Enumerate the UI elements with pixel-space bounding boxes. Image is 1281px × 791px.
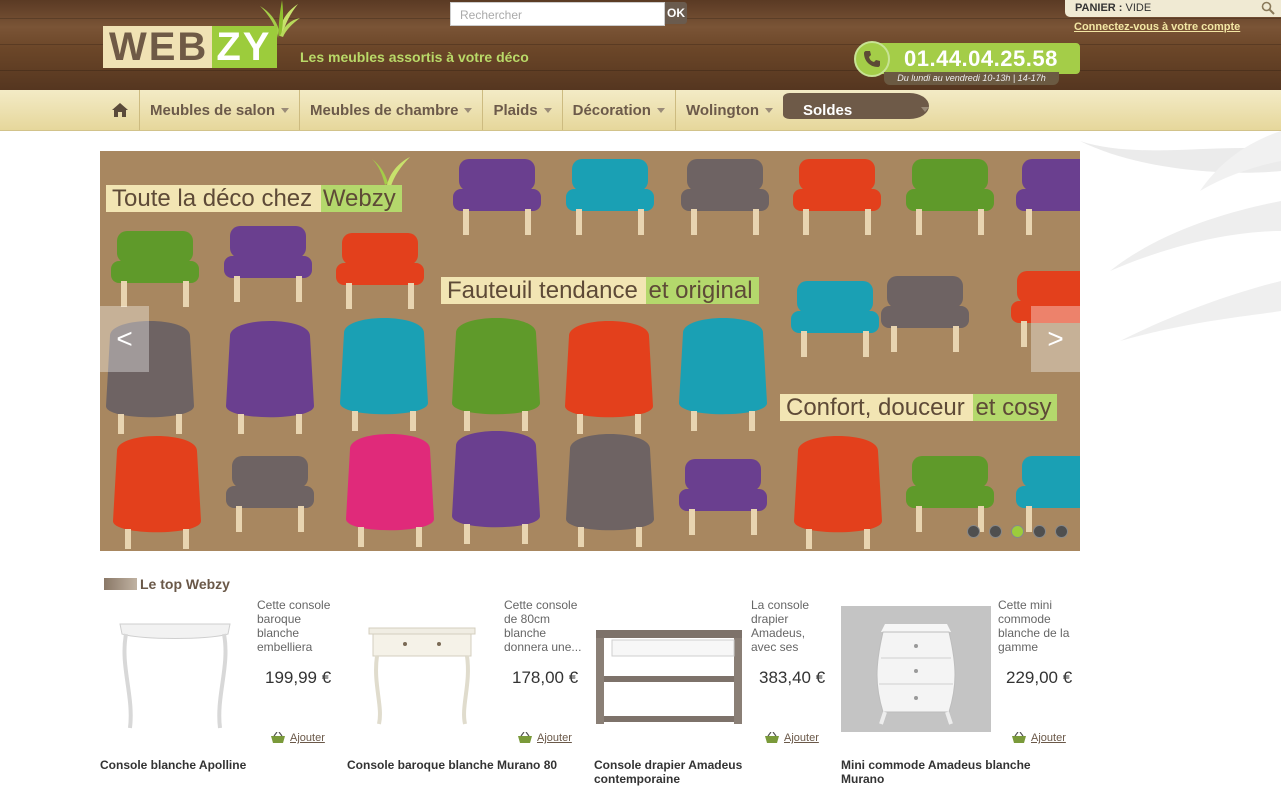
- product-description: Cette console baroque blanche embelliera: [257, 598, 331, 654]
- site-logo[interactable]: WEB ZY: [103, 26, 278, 68]
- slider-caption-1: Toute la déco chez Webzy: [100, 185, 408, 212]
- caption-text: Fauteuil tendance: [441, 277, 647, 304]
- nav-item-label: Meubles de salon: [150, 101, 276, 119]
- slider-next-button[interactable]: >: [1031, 306, 1080, 372]
- add-to-cart-button[interactable]: Ajouter: [517, 732, 572, 744]
- caption-highlight: et cosy: [973, 394, 1058, 421]
- title-swatch: [104, 578, 137, 590]
- chevron-down-icon: [464, 107, 473, 113]
- caption-text: Confort, douceur: [780, 394, 974, 421]
- nav-item-wolington[interactable]: Wolington: [676, 90, 783, 130]
- add-label: Ajouter: [784, 732, 819, 744]
- home-icon: [111, 103, 128, 117]
- home-button[interactable]: [100, 90, 140, 130]
- add-label: Ajouter: [290, 732, 325, 744]
- product-card: La console drapier Amadeus, avec ses 383…: [594, 598, 834, 788]
- product-price: 178,00 €: [512, 668, 579, 687]
- product-name[interactable]: Console baroque blanche Murano 80: [347, 758, 577, 772]
- nav-item-label: Soldes: [803, 101, 853, 119]
- nav-item-soldes[interactable]: Soldes: [783, 90, 933, 130]
- product-description: Cette mini commode blanche de la gamme: [998, 598, 1070, 654]
- add-label: Ajouter: [537, 732, 572, 744]
- product-price: 383,40 €: [759, 668, 826, 687]
- product-name[interactable]: Console blanche Apolline: [100, 758, 330, 772]
- logo-web-text: WEB: [103, 26, 213, 68]
- main-nav: Meubles de salon Meubles de chambre Plai…: [0, 90, 1281, 131]
- tagline: Les meubles assortis à votre déco: [300, 49, 529, 65]
- wood-grain: [0, 70, 1281, 71]
- product-card: Cette mini commode blanche de la gamme 2…: [841, 598, 1081, 788]
- phone-badge: 01.44.04.25.58: [854, 41, 1080, 77]
- slider-pagination: [967, 525, 1068, 538]
- search-ok-button[interactable]: OK: [665, 2, 687, 24]
- product-name[interactable]: Console drapier Amadeus contemporaine: [594, 758, 824, 786]
- slider-dot-active[interactable]: [1011, 525, 1024, 538]
- product-image[interactable]: [841, 606, 991, 732]
- basket-icon: [271, 732, 285, 743]
- account-login-link[interactable]: Connectez-vous à votre compte: [1074, 21, 1240, 33]
- nav-item-label: Wolington: [685, 101, 760, 119]
- search-magnifier-icon: [1261, 1, 1275, 15]
- basket-icon: [765, 732, 779, 743]
- slider-dot[interactable]: [1055, 525, 1068, 538]
- cart-value: VIDE: [1125, 2, 1152, 14]
- nav-item-plaids[interactable]: Plaids: [483, 90, 563, 130]
- chevron-down-icon: [543, 107, 552, 113]
- search-input[interactable]: Rechercher: [450, 2, 665, 26]
- slider-dot[interactable]: [967, 525, 980, 538]
- nav-item-meubles-chambre[interactable]: Meubles de chambre: [300, 90, 484, 130]
- section-title: Le top Webzy: [104, 576, 230, 592]
- product-price: 199,99 €: [265, 668, 332, 687]
- caption-highlight: Webzy: [320, 185, 402, 212]
- nav-item-label: Meubles de chambre: [310, 101, 459, 119]
- product-card: Cette console baroque blanche embelliera…: [100, 598, 340, 788]
- chevron-down-icon: [656, 107, 665, 113]
- slider-prev-button[interactable]: <: [100, 306, 149, 372]
- decorative-leaves: [1080, 131, 1281, 341]
- caption-text: Toute la déco chez: [106, 185, 321, 212]
- slider-dot[interactable]: [1033, 525, 1046, 538]
- logo-zy-text: ZY: [212, 26, 278, 68]
- nav-item-decoration[interactable]: Décoration: [563, 90, 676, 130]
- cart-bar[interactable]: PANIER : VIDE: [1065, 0, 1281, 17]
- product-image[interactable]: [594, 606, 744, 732]
- add-to-cart-button[interactable]: Ajouter: [764, 732, 819, 744]
- add-to-cart-button[interactable]: Ajouter: [1011, 732, 1066, 744]
- product-description: La console drapier Amadeus, avec ses: [751, 598, 810, 654]
- phone-number: 01.44.04.25.58: [904, 46, 1058, 71]
- product-name[interactable]: Mini commode Amadeus blanche Murano: [841, 758, 1071, 786]
- slider-caption-3: Confort, douceur et cosy: [774, 394, 1063, 421]
- basket-icon: [1012, 732, 1026, 743]
- add-label: Ajouter: [1031, 732, 1066, 744]
- product-price: 229,00 €: [1006, 668, 1073, 687]
- nav-item-meubles-salon[interactable]: Meubles de salon: [140, 90, 301, 130]
- add-to-cart-button[interactable]: Ajouter: [270, 732, 325, 744]
- slider-dot[interactable]: [989, 525, 1002, 538]
- slider-caption-2: Fauteuil tendance et original: [435, 277, 765, 304]
- nav-item-label: Plaids: [493, 101, 538, 119]
- product-card: Cette console de 80cm blanche donnera un…: [347, 598, 587, 788]
- product-image[interactable]: [347, 606, 497, 732]
- nav-item-label: Décoration: [572, 101, 651, 119]
- product-description: Cette console de 80cm blanche donnera un…: [504, 598, 582, 654]
- product-image[interactable]: [100, 606, 250, 732]
- cart-label: PANIER :: [1075, 2, 1123, 14]
- opening-hours: Du lundi au vendredi 10-13h | 14-17h: [884, 72, 1059, 85]
- section-title-text: Le top Webzy: [140, 576, 230, 592]
- chevron-down-icon: [921, 107, 930, 112]
- hero-slider[interactable]: Toute la déco chez Webzy Fauteuil tendan…: [100, 151, 1080, 551]
- chevron-down-icon: [765, 107, 774, 113]
- caption-highlight: et original: [646, 277, 759, 304]
- basket-icon: [518, 732, 532, 743]
- site-header: WEB ZY Les meubles assortis à votre déco…: [0, 0, 1281, 90]
- chevron-down-icon: [281, 107, 290, 113]
